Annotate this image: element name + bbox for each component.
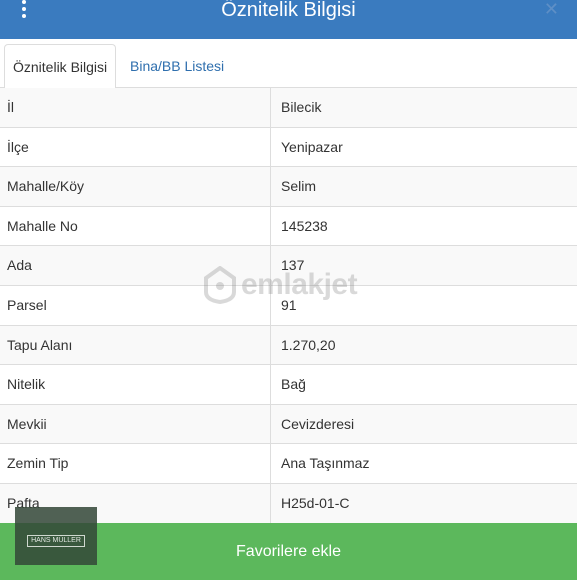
attribute-key: Nitelik xyxy=(0,365,271,404)
tab-bar: Öznitelik Bilgisi Bina/BB Listesi xyxy=(0,39,577,89)
table-row: Ada 137 xyxy=(0,246,577,286)
table-row: Tapu Alanı 1.270,20 xyxy=(0,325,577,366)
table-row: Zemin Tip Ana Taşınmaz xyxy=(0,444,577,484)
add-favorite-label: Favorilere ekle xyxy=(236,542,341,560)
table-row: Mevkii Cevizderesi xyxy=(0,404,577,445)
attribute-value: H25d-01-C xyxy=(281,494,350,511)
attribute-value: 1.270,20 xyxy=(281,336,336,353)
app-header: Öznitelik Bilgisi ✕ xyxy=(0,0,577,39)
table-row: İlçe Yenipazar xyxy=(0,127,577,168)
attribute-value: 137 xyxy=(281,257,305,274)
tab-building-list[interactable]: Bina/BB Listesi xyxy=(122,44,232,88)
attribute-key: Tapu Alanı xyxy=(0,325,271,365)
attribute-value: Ana Taşınmaz xyxy=(281,455,370,472)
attribute-value: 91 xyxy=(281,296,297,313)
attribute-key: Ada xyxy=(0,246,271,285)
attribute-value: Bilecik xyxy=(281,99,322,115)
attribute-table: İl Bilecik İlçe Yenipazar Mahalle/Köy Se… xyxy=(0,88,577,524)
page-title: Öznitelik Bilgisi xyxy=(221,0,356,21)
table-row: Mahalle No 145238 xyxy=(0,206,577,247)
attribute-key: Mevkii xyxy=(0,404,271,444)
corner-logo-text: HANS MÜLLER xyxy=(27,535,85,547)
close-icon[interactable]: ✕ xyxy=(544,1,559,19)
corner-logo: HANS MÜLLER xyxy=(15,507,97,565)
table-row: Mahalle/Köy Selim xyxy=(0,167,577,207)
tab-attribute-info[interactable]: Öznitelik Bilgisi xyxy=(4,44,117,89)
attribute-key: İlçe xyxy=(0,127,271,167)
attribute-value: Cevizderesi xyxy=(281,415,355,432)
table-row: İl Bilecik xyxy=(0,88,577,128)
attribute-key: Mahalle No xyxy=(0,206,271,246)
attribute-value: Yenipazar xyxy=(281,138,343,155)
attribute-value: 145238 xyxy=(281,217,328,234)
attribute-key: İl xyxy=(0,88,271,127)
attribute-key: Parsel xyxy=(0,285,271,325)
table-row: Nitelik Bağ xyxy=(0,365,577,405)
table-row: Parsel 91 xyxy=(0,285,577,326)
attribute-value: Bağ xyxy=(281,376,306,393)
attribute-key: Zemin Tip xyxy=(0,444,271,483)
attribute-value: Selim xyxy=(281,178,317,195)
attribute-key: Mahalle/Köy xyxy=(0,167,271,206)
